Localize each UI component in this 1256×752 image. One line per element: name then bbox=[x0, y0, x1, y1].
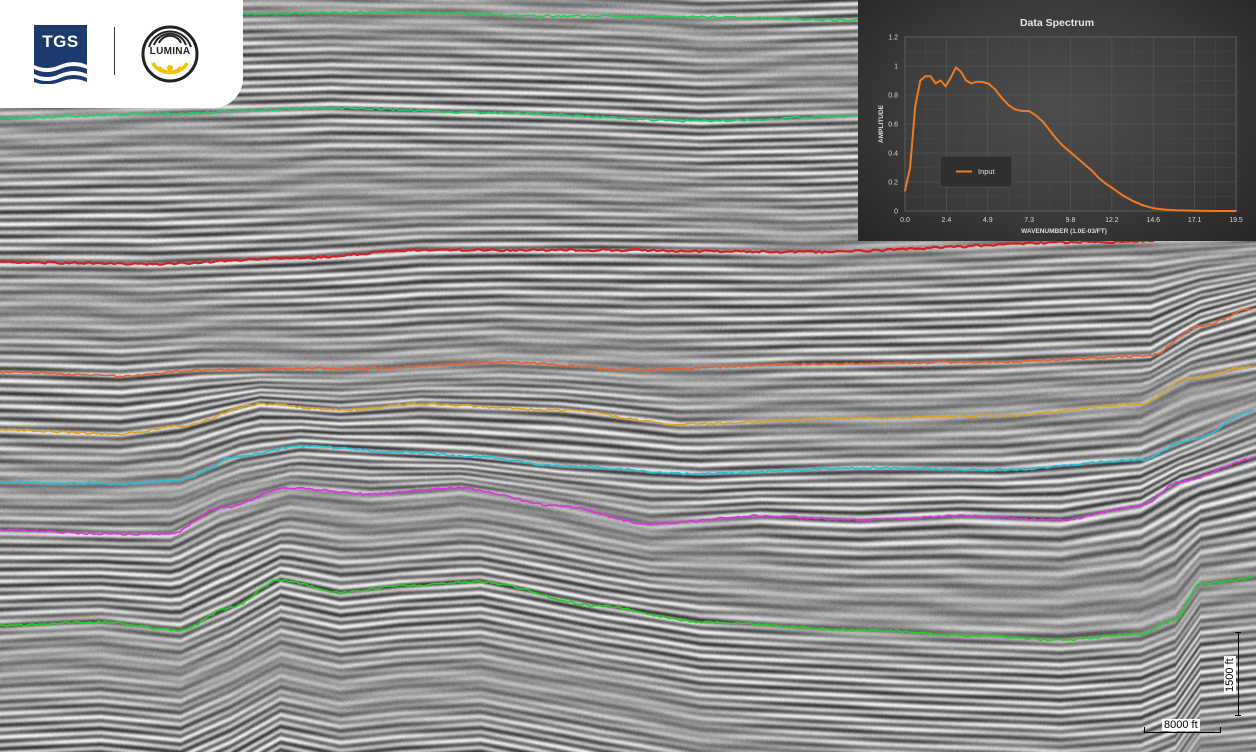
series-point bbox=[1021, 110, 1023, 112]
series-point bbox=[1048, 128, 1051, 131]
horizon-line-1 bbox=[242, 10, 859, 22]
vertical-scale-tick-top bbox=[1235, 632, 1241, 633]
legend-box bbox=[939, 155, 1013, 188]
series-point bbox=[1034, 114, 1037, 117]
y-tick-label: 1 bbox=[894, 64, 898, 71]
vertical-scale-label: 1500 ft bbox=[1224, 656, 1236, 694]
horizontal-scale-label: 8000 ft bbox=[1162, 719, 1200, 731]
series-point bbox=[1151, 207, 1154, 210]
series-point bbox=[1121, 194, 1124, 197]
y-tick-label: 0.6 bbox=[888, 122, 898, 129]
series-point bbox=[1131, 199, 1134, 202]
series-point bbox=[1007, 104, 1010, 106]
series-point bbox=[909, 166, 911, 169]
x-tick-label: 14.6 bbox=[1146, 217, 1160, 224]
series-point bbox=[919, 79, 922, 82]
x-tick-label: 4.9 bbox=[983, 217, 993, 224]
series-point bbox=[955, 66, 957, 69]
series-point bbox=[944, 85, 947, 88]
horizon-line-4 bbox=[0, 307, 1255, 378]
series-point bbox=[987, 82, 990, 85]
x-tick-label: 19.5 bbox=[1229, 217, 1243, 224]
series-point bbox=[980, 81, 983, 83]
series-point bbox=[970, 82, 973, 85]
x-tick-label: 12.2 bbox=[1105, 217, 1119, 224]
legend-label: Input bbox=[978, 167, 996, 176]
lumina-logo-text: LUMINA bbox=[149, 46, 191, 57]
lumina-logo: LUMINA bbox=[141, 25, 199, 83]
series-point bbox=[965, 79, 967, 82]
series-point bbox=[939, 79, 942, 82]
series-point bbox=[1111, 186, 1113, 189]
series-point bbox=[1084, 163, 1086, 166]
series-point bbox=[924, 75, 927, 78]
series-point bbox=[914, 105, 917, 108]
y-tick-label: 0.8 bbox=[888, 93, 898, 100]
y-tick-label: 0 bbox=[894, 209, 898, 216]
series-point bbox=[1104, 182, 1107, 185]
y-axis-label: AMPLITUDE bbox=[878, 104, 885, 143]
chart-title: Data Spectrum bbox=[1020, 17, 1094, 29]
series-point bbox=[1014, 108, 1017, 111]
series-point bbox=[1028, 110, 1030, 112]
x-tick-label: 9.8 bbox=[1066, 217, 1076, 224]
series-point bbox=[1235, 210, 1237, 212]
horizon-line-8 bbox=[0, 576, 1255, 642]
series-point bbox=[949, 76, 952, 79]
vertical-scale-bar bbox=[1238, 632, 1239, 715]
horizontal-scale-tick-right bbox=[1220, 727, 1221, 733]
series-point bbox=[975, 81, 978, 83]
series-point bbox=[904, 189, 906, 192]
series-point bbox=[1000, 97, 1003, 99]
y-tick-label: 0.4 bbox=[888, 151, 898, 158]
series-point bbox=[929, 75, 932, 78]
series-point bbox=[1194, 209, 1197, 212]
x-tick-label: 7.3 bbox=[1024, 217, 1034, 224]
series-point bbox=[1163, 208, 1166, 211]
series-point bbox=[1070, 152, 1073, 154]
x-axis-label: WAVENUMBER (1.0E-03/FT) bbox=[1021, 228, 1107, 235]
tgs-logo-text: TGS bbox=[42, 32, 79, 51]
y-tick-label: 0.2 bbox=[888, 180, 898, 187]
series-point bbox=[934, 82, 937, 85]
series-point bbox=[1141, 204, 1144, 207]
data-spectrum-panel: 0.0 2.4 4.9 7.3 9.8 12.2 14.6 17.1 19.5 0 0.2 0.4 0.… bbox=[858, 0, 1256, 241]
data-spectrum-chart: 0.0 2.4 4.9 7.3 9.8 12.2 14.6 17.1 19.5 0 0.2 0.4 0.… bbox=[878, 17, 1243, 235]
logo-panel: TGS LUMINA bbox=[0, 0, 243, 108]
series-point bbox=[994, 88, 996, 91]
horizontal-scale-tick-left bbox=[1144, 727, 1145, 733]
horizon-line-5 bbox=[0, 365, 1255, 436]
x-tick-label: 17.1 bbox=[1188, 217, 1202, 224]
horizontal-scale-bar bbox=[1144, 732, 1220, 733]
logo-divider bbox=[114, 27, 115, 75]
horizon-line-6 bbox=[0, 409, 1255, 486]
series-point bbox=[1062, 144, 1064, 147]
series-point bbox=[1090, 169, 1093, 172]
series-point bbox=[1041, 120, 1044, 122]
series-point bbox=[1055, 137, 1057, 140]
y-tick-label: 1.2 bbox=[888, 35, 898, 42]
series-point bbox=[1175, 209, 1178, 212]
x-tick-label: 2.4 bbox=[942, 217, 952, 224]
series-point bbox=[960, 70, 962, 73]
vertical-scale-tick-bottom bbox=[1235, 715, 1241, 716]
tgs-logo: TGS bbox=[34, 25, 87, 85]
series-point bbox=[1214, 210, 1217, 212]
series-point bbox=[1077, 157, 1079, 160]
x-tick-label: 0.0 bbox=[900, 217, 910, 224]
series-point bbox=[1097, 176, 1100, 179]
